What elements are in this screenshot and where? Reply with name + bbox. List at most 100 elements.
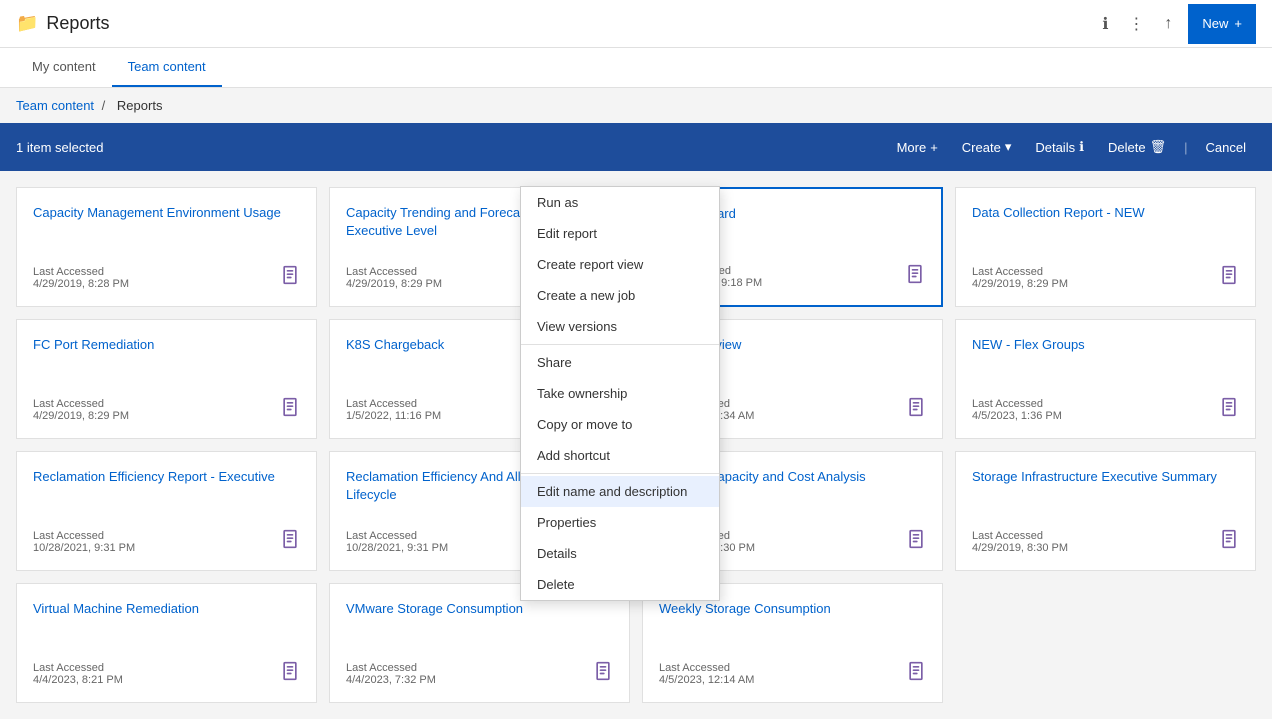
card-title: Data Collection Report - NEW	[972, 204, 1239, 253]
card-title: FC Port Remediation	[33, 336, 300, 385]
report-card[interactable]: Storage Infrastructure Executive Summary…	[955, 451, 1256, 571]
menu-item-add-shortcut[interactable]: Add shortcut	[521, 440, 719, 471]
report-card[interactable]: VMware Storage Consumption Last Accessed…	[329, 583, 630, 703]
delete-label: Delete	[1108, 140, 1146, 155]
breadcrumb: Team content / Reports	[0, 88, 1272, 123]
card-accessed: Last Accessed 10/28/2021, 9:31 PM	[346, 530, 448, 554]
new-button[interactable]: New +	[1188, 4, 1256, 44]
upload-icon-btn[interactable]: ↑	[1160, 11, 1176, 37]
card-title: VMware Storage Consumption	[346, 600, 613, 649]
menu-item-run-as[interactable]: Run as	[521, 187, 719, 218]
card-footer: Last Accessed 4/5/2023, 12:14 AM	[659, 661, 926, 686]
report-icon	[280, 529, 300, 554]
card-title: Reclamation Efficiency Report - Executiv…	[33, 468, 300, 517]
report-card[interactable]: Weekly Storage Consumption Last Accessed…	[642, 583, 943, 703]
report-card[interactable]: Virtual Machine Remediation Last Accesse…	[16, 583, 317, 703]
more-icon-btn[interactable]: ⋮	[1124, 10, 1148, 38]
breadcrumb-separator: /	[102, 98, 106, 113]
selection-bar: 1 item selected More + Create ▾ Details …	[0, 123, 1272, 171]
more-button[interactable]: More +	[887, 134, 948, 161]
card-accessed: Last Accessed 4/29/2019, 8:29 PM	[972, 266, 1068, 290]
card-title: Virtual Machine Remediation	[33, 600, 300, 649]
menu-item-copy-move[interactable]: Copy or move to	[521, 409, 719, 440]
menu-item-delete[interactable]: Delete	[521, 569, 719, 600]
menu-divider	[521, 473, 719, 474]
tab-team-content[interactable]: Team content	[112, 48, 222, 87]
tab-my-content[interactable]: My content	[16, 48, 112, 87]
card-accessed: Last Accessed 4/4/2023, 7:32 PM	[346, 662, 436, 686]
cancel-button[interactable]: Cancel	[1196, 134, 1256, 161]
card-footer: Last Accessed 4/29/2019, 8:29 PM	[33, 397, 300, 422]
menu-divider	[521, 344, 719, 345]
details-button[interactable]: Details ℹ	[1025, 133, 1094, 161]
report-icon	[280, 661, 300, 686]
card-footer: Last Accessed 4/29/2019, 8:28 PM	[33, 265, 300, 290]
menu-item-properties[interactable]: Properties	[521, 507, 719, 538]
delete-icon: 🗑	[1150, 139, 1167, 155]
menu-item-take-ownership[interactable]: Take ownership	[521, 378, 719, 409]
tabs-bar: My content Team content	[0, 48, 1272, 88]
card-title: Capacity Management Environment Usage	[33, 204, 300, 253]
menu-item-edit-report[interactable]: Edit report	[521, 218, 719, 249]
card-footer: Last Accessed 4/5/2023, 1:36 PM	[972, 397, 1239, 422]
details-label: Details	[1035, 140, 1075, 155]
card-accessed: Last Accessed 10/28/2021, 9:31 PM	[33, 530, 135, 554]
create-chevron-icon: ▾	[1005, 139, 1012, 155]
report-icon	[1219, 265, 1239, 290]
card-accessed: Last Accessed 4/29/2019, 8:30 PM	[972, 530, 1068, 554]
create-label: Create	[962, 140, 1001, 155]
report-card[interactable]: NEW - Flex Groups Last Accessed 4/5/2023…	[955, 319, 1256, 439]
header-actions: ℹ ⋮ ↑ New +	[1098, 4, 1256, 44]
card-title: Weekly Storage Consumption	[659, 600, 926, 649]
report-icon	[906, 661, 926, 686]
action-divider: |	[1184, 140, 1187, 155]
menu-item-details[interactable]: Details	[521, 538, 719, 569]
folder-icon: 📁	[16, 13, 38, 34]
report-icon	[280, 397, 300, 422]
card-accessed: Last Accessed 4/29/2019, 8:29 PM	[346, 266, 442, 290]
more-label: More	[897, 140, 927, 155]
info-icon-btn[interactable]: ℹ	[1098, 10, 1112, 38]
report-icon	[906, 397, 926, 422]
report-card[interactable]: Capacity Management Environment Usage La…	[16, 187, 317, 307]
selection-count: 1 item selected	[16, 140, 887, 155]
card-accessed: Last Accessed 4/29/2019, 8:29 PM	[33, 398, 129, 422]
card-accessed: Last Accessed 4/5/2023, 1:36 PM	[972, 398, 1062, 422]
report-card[interactable]: Reclamation Efficiency Report - Executiv…	[16, 451, 317, 571]
context-menu: Run asEdit reportCreate report viewCreat…	[520, 186, 720, 601]
report-icon	[905, 264, 925, 289]
report-icon	[593, 661, 613, 686]
header: 📁 Reports ℹ ⋮ ↑ New +	[0, 0, 1272, 48]
card-accessed: Last Accessed 4/4/2023, 8:21 PM	[33, 662, 123, 686]
card-footer: Last Accessed 4/29/2019, 8:30 PM	[972, 529, 1239, 554]
card-footer: Last Accessed 4/29/2019, 8:29 PM	[972, 265, 1239, 290]
menu-item-edit-name[interactable]: Edit name and description	[521, 476, 719, 507]
menu-item-share[interactable]: Share	[521, 347, 719, 378]
report-icon	[280, 265, 300, 290]
cancel-label: Cancel	[1206, 140, 1246, 155]
new-plus-icon: +	[1234, 16, 1242, 31]
report-icon	[1219, 529, 1239, 554]
breadcrumb-current: Reports	[117, 98, 163, 113]
card-accessed: Last Accessed 1/5/2022, 11:16 PM	[346, 398, 441, 422]
card-footer: Last Accessed 4/4/2023, 7:32 PM	[346, 661, 613, 686]
card-footer: Last Accessed 10/28/2021, 9:31 PM	[33, 529, 300, 554]
card-accessed: Last Accessed 4/29/2019, 8:28 PM	[33, 266, 129, 290]
report-card[interactable]: FC Port Remediation Last Accessed 4/29/2…	[16, 319, 317, 439]
card-footer: Last Accessed 4/4/2023, 8:21 PM	[33, 661, 300, 686]
report-card[interactable]: Data Collection Report - NEW Last Access…	[955, 187, 1256, 307]
report-icon	[906, 529, 926, 554]
delete-button[interactable]: Delete 🗑	[1098, 133, 1176, 161]
menu-item-create-report-view[interactable]: Create report view	[521, 249, 719, 280]
more-icon: +	[930, 140, 938, 155]
card-title: NEW - Flex Groups	[972, 336, 1239, 385]
details-icon: ℹ	[1079, 139, 1084, 155]
card-accessed: Last Accessed 4/5/2023, 12:14 AM	[659, 662, 754, 686]
page-title: Reports	[46, 13, 1098, 34]
menu-item-create-new-job[interactable]: Create a new job	[521, 280, 719, 311]
breadcrumb-team-content[interactable]: Team content	[16, 98, 94, 113]
new-label: New	[1202, 16, 1228, 31]
create-button[interactable]: Create ▾	[952, 133, 1022, 161]
report-icon	[1219, 397, 1239, 422]
menu-item-view-versions[interactable]: View versions	[521, 311, 719, 342]
